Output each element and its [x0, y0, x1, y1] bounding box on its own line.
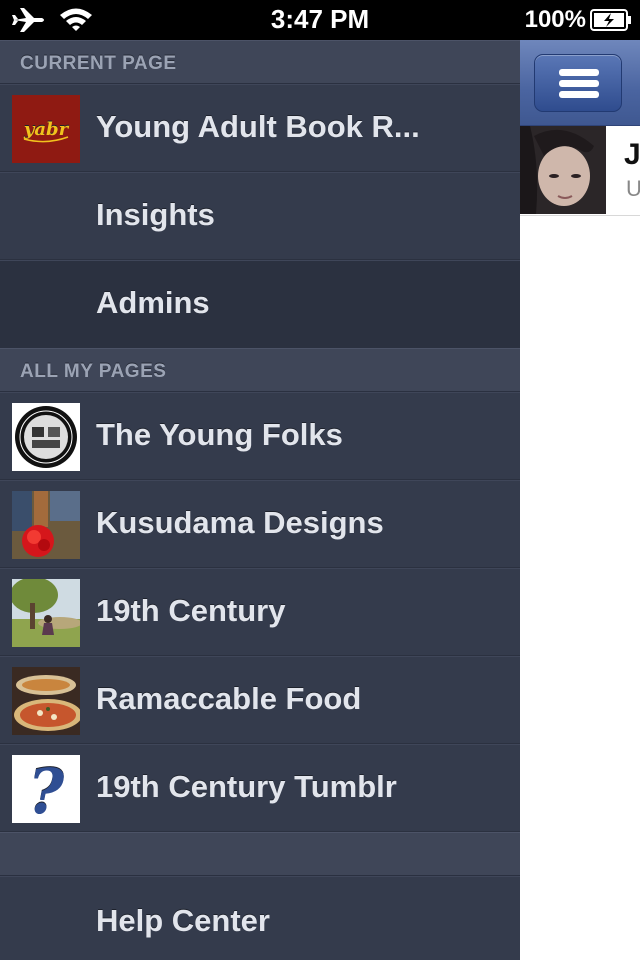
- side-menu: CURRENT PAGE yabr Young Adult Book R... …: [0, 40, 520, 960]
- hamburger-icon: [559, 80, 599, 87]
- section-spacer: [0, 832, 520, 876]
- battery-charging-icon: [590, 9, 631, 31]
- profile-name: J: [624, 138, 640, 171]
- page-item-label: The Young Folks: [96, 417, 343, 452]
- question-mark-thumbnail: ?: [12, 755, 80, 823]
- battery-percent: 100%: [524, 6, 586, 33]
- page-item-ramaccable-food[interactable]: Ramaccable Food: [0, 656, 520, 744]
- kusudama-thumbnail: [12, 491, 80, 559]
- profile-subtitle: U: [626, 176, 640, 201]
- yabr-logo-text: yabr: [23, 119, 70, 140]
- main-content-peek: J U: [520, 40, 640, 960]
- question-mark-glyph: ?: [28, 755, 65, 823]
- hamburger-menu-button[interactable]: [534, 54, 622, 112]
- avatar: [520, 126, 606, 214]
- menu-item-label: Help Center: [96, 903, 270, 938]
- section-header-current-page: CURRENT PAGE: [0, 40, 520, 84]
- young-folks-thumbnail: [12, 403, 80, 471]
- page-item-label: Kusudama Designs: [96, 505, 384, 540]
- 19th-century-thumbnail: [12, 579, 80, 647]
- menu-item-label: Insights: [96, 197, 215, 232]
- profile-row[interactable]: J U: [520, 126, 640, 216]
- menu-item-label: Admins: [96, 285, 210, 320]
- status-bar: 3:47 PM 100%: [0, 0, 640, 40]
- page-item-19th-century[interactable]: 19th Century: [0, 568, 520, 656]
- menu-item-insights[interactable]: Insights: [0, 172, 520, 260]
- menu-item-admins[interactable]: Admins: [0, 260, 520, 348]
- ramaccable-food-thumbnail: [12, 667, 80, 735]
- page-item-label: 19th Century Tumblr: [96, 769, 397, 804]
- section-header-all-pages: ALL MY PAGES: [0, 348, 520, 392]
- menu-item-help-center[interactable]: Help Center: [0, 876, 520, 960]
- hamburger-icon: [559, 91, 599, 98]
- page-item-19th-century-tumblr[interactable]: ? 19th Century Tumblr: [0, 744, 520, 832]
- page-item-label: 19th Century: [96, 593, 286, 628]
- hamburger-icon: [559, 69, 599, 76]
- page-item-the-young-folks[interactable]: The Young Folks: [0, 392, 520, 480]
- yabr-logo-thumbnail: yabr: [12, 95, 80, 163]
- page-item-kusudama-designs[interactable]: Kusudama Designs: [0, 480, 520, 568]
- current-page-title: Young Adult Book R...: [96, 109, 420, 144]
- nav-bar: [520, 40, 640, 126]
- current-page-row[interactable]: yabr Young Adult Book R...: [0, 84, 520, 172]
- page-item-label: Ramaccable Food: [96, 681, 362, 716]
